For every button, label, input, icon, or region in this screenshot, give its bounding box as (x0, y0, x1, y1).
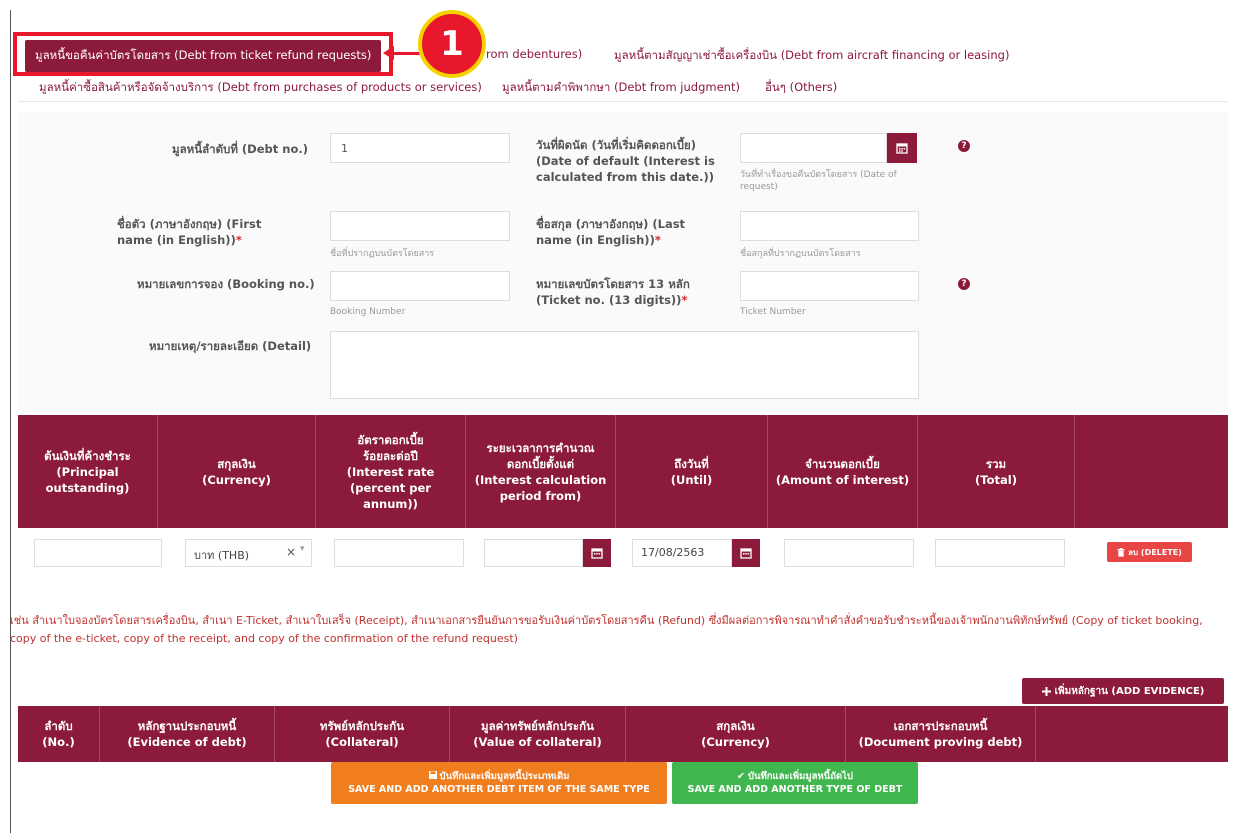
callout-number-badge: 1 (418, 10, 486, 78)
first-name-hint: ชื่อที่ปรากฏบนบัตรโดยสาร (330, 249, 435, 259)
save-other-th: ✔ บันทึกและเพิ่มมูลหนี้ถัดไป (737, 770, 853, 783)
amount-of-interest-input[interactable] (784, 539, 914, 567)
header-evidence-actions (1036, 706, 1228, 762)
default-date-label-line1: วันที่ผิดนัด (วันที่เริ่มคิดดอกเบี้ย) (536, 138, 697, 152)
check-icon: ✔ (737, 771, 746, 782)
period-from-calendar-button[interactable] (583, 539, 611, 567)
last-name-hint: ชื่อสกุลที่ปรากฏบนบัตรโดยสาร (740, 249, 861, 259)
tab-others[interactable]: อื่นๆ (Others) (765, 79, 837, 97)
default-date-help-icon[interactable]: ? (958, 140, 970, 152)
save-icon (428, 771, 437, 779)
header-evidence-of-debt: หลักฐานประกอบหนี้ (Evidence of debt) (100, 706, 275, 762)
calendar-icon (591, 548, 603, 559)
ticket-no-label-line1: หมายเลขบัตรโดยสาร 13 หลัก (536, 277, 690, 291)
interest-rate-input[interactable] (334, 539, 464, 567)
default-date-hint: วันที่ทำเรื่องขอคืนบัตรโดยสาร (Date of r… (740, 169, 897, 193)
chevron-down-icon[interactable]: ▾ (300, 544, 305, 554)
save-same-th: บันทึกและเพิ่มมูลหนี้ประเภทเดิม (428, 770, 570, 783)
first-name-label-line2: name (in English)) (117, 233, 236, 247)
period-from-input[interactable] (484, 539, 583, 567)
header-currency: สกุลเงิน (Currency) (158, 415, 316, 528)
default-date-input[interactable] (740, 133, 887, 163)
evidence-table-header: ลำดับ (No.) หลักฐานประกอบหนี้ (Evidence of… (18, 706, 1228, 762)
last-name-label: ชื่อสกุล (ภาษาอังกฤษ) (Last name (in Eng… (536, 216, 685, 248)
add-evidence-label: เพิ่มหลักฐาน (ADD EVIDENCE) (1054, 685, 1205, 697)
tab-purchases[interactable]: มูลหนี้ค่าซื้อสินค้าหรือจัดจ้างบริการ (D… (39, 79, 482, 97)
first-name-label: ชื่อตัว (ภาษาอังกฤษ) (First name (in Eng… (117, 216, 261, 248)
detail-textarea[interactable] (330, 331, 919, 399)
page-left-border (10, 10, 11, 833)
currency-clear-icon[interactable]: × (286, 545, 296, 559)
save-add-other-type-button[interactable]: ✔ บันทึกและเพิ่มมูลหนี้ถัดไป SAVE AND ADD… (672, 762, 918, 804)
header-principal: ต้นเงินที่ค้างชำระ (Principal outstanding) (18, 415, 158, 528)
tab-highlight-box (13, 32, 393, 76)
ticket-no-label: หมายเลขบัตรโดยสาร 13 หลัก (Ticket no. (1… (536, 276, 690, 308)
default-date-hint-line2: request) (740, 182, 778, 192)
header-evidence-currency: สกุลเงิน (Currency) (626, 706, 846, 762)
required-mark: * (235, 233, 242, 247)
header-interest-rate: อัตราดอกเบี้ย ร้อยละต่อปี (Interest rate (p… (316, 415, 466, 528)
default-date-label: วันที่ผิดนัด (วันที่เริ่มคิดดอกเบี้ย) (D… (536, 137, 715, 185)
debt-no-label: มูลหนี้ลำดับที่ (Debt no.) (172, 142, 308, 156)
header-no: ลำดับ (No.) (18, 706, 100, 762)
first-name-label-line1: ชื่อตัว (ภาษาอังกฤษ) (First (117, 217, 262, 231)
header-period-from: ระยะเวลาการคำนวณ ดอกเบี้ยตั้งแต่ (Interest… (466, 415, 616, 528)
debt-no-input[interactable]: 1 (330, 133, 510, 163)
header-actions (1075, 415, 1228, 528)
interest-table-header: ต้นเงินที่ค้างชำระ (Principal outstanding)… (18, 415, 1228, 528)
until-date-value: 17/08/2563 (641, 546, 705, 559)
ticket-no-input[interactable] (740, 271, 919, 301)
principal-input[interactable] (34, 539, 162, 567)
default-date-hint-line1: วันที่ทำเรื่องขอคืนบัตรโดยสาร (Date of (740, 170, 897, 180)
save-same-th-text: บันทึกและเพิ่มมูลหนี้ประเภทเดิม (439, 771, 570, 782)
header-total: รวม (Total) (918, 415, 1075, 528)
until-date-input[interactable]: 17/08/2563 (632, 539, 732, 567)
calendar-icon (896, 143, 908, 154)
last-name-input[interactable] (740, 211, 919, 241)
booking-no-hint: Booking Number (330, 307, 406, 317)
save-other-en: SAVE AND ADD ANOTHER TYPE OF DEBT (687, 784, 903, 795)
add-evidence-button[interactable]: เพิ่มหลักฐาน (ADD EVIDENCE) (1022, 678, 1224, 704)
required-mark: * (681, 293, 688, 307)
header-until: ถึงวันที่ (Until) (616, 415, 768, 528)
default-date-calendar-button[interactable] (887, 133, 917, 163)
total-input[interactable] (935, 539, 1065, 567)
ticket-no-hint: Ticket Number (740, 307, 806, 317)
interest-table-row: บาท (THB) × ▾ 17/08/2563 ลบ (DELETE) (18, 528, 1228, 578)
calendar-icon (740, 548, 752, 559)
currency-selected-value: บาท (THB) (194, 549, 250, 562)
first-name-input[interactable] (330, 211, 510, 241)
save-same-en: SAVE AND ADD ANOTHER DEBT ITEM OF THE SA… (348, 784, 650, 795)
save-add-same-type-button[interactable]: บันทึกและเพิ่มมูลหนี้ประเภทเดิม SAVE AND… (331, 762, 667, 804)
default-date-label-line3: calculated from this date.)) (536, 170, 714, 184)
header-document-proving-debt: เอกสารประกอบหนี้ (Document proving debt) (846, 706, 1036, 762)
tab-judgment[interactable]: มูลหนี้ตามคำพิพากษา (Debt from judgment) (502, 79, 740, 97)
last-name-label-line2: name (in English)) (536, 233, 655, 247)
required-mark: * (654, 233, 661, 247)
evidence-note: เช่น สำเนาใบจองบัตรโดยสารเครื่องบิน, สำเ… (10, 614, 1203, 645)
header-value-of-collateral: มูลค่าทรัพย์หลักประกัน (Value of collater… (450, 706, 626, 762)
booking-no-label: หมายเลขการจอง (Booking no.) (137, 277, 315, 291)
plus-icon (1041, 686, 1051, 696)
ticket-no-label-line2: (Ticket no. (13 digits)) (536, 293, 682, 307)
save-other-th-text: บันทึกและเพิ่มมูลหนี้ถัดไป (748, 771, 853, 782)
booking-no-input[interactable] (330, 271, 510, 301)
delete-row-button[interactable]: ลบ (DELETE) (1107, 542, 1192, 562)
trash-icon (1117, 547, 1125, 557)
callout-arrow-head (383, 46, 394, 60)
detail-label: หมายเหตุ/รายละเอียด (Detail) (149, 339, 312, 353)
tab-debentures[interactable]: rom debentures) (486, 47, 582, 61)
ticket-no-help-icon[interactable]: ? (958, 278, 970, 290)
default-date-label-line2: (Date of default (Interest is (536, 154, 715, 168)
last-name-label-line1: ชื่อสกุล (ภาษาอังกฤษ) (Last (536, 217, 686, 231)
delete-label: ลบ (DELETE) (1128, 547, 1182, 557)
header-collateral: ทรัพย์หลักประกัน (Collateral) (275, 706, 450, 762)
header-amount-of-interest: จำนวนดอกเบี้ย (Amount of interest) (768, 415, 918, 528)
until-calendar-button[interactable] (732, 539, 760, 567)
tab-aircraft-leasing[interactable]: มูลหนี้ตามสัญญาเช่าซื้อเครื่องบิน (Debt … (614, 47, 1009, 65)
